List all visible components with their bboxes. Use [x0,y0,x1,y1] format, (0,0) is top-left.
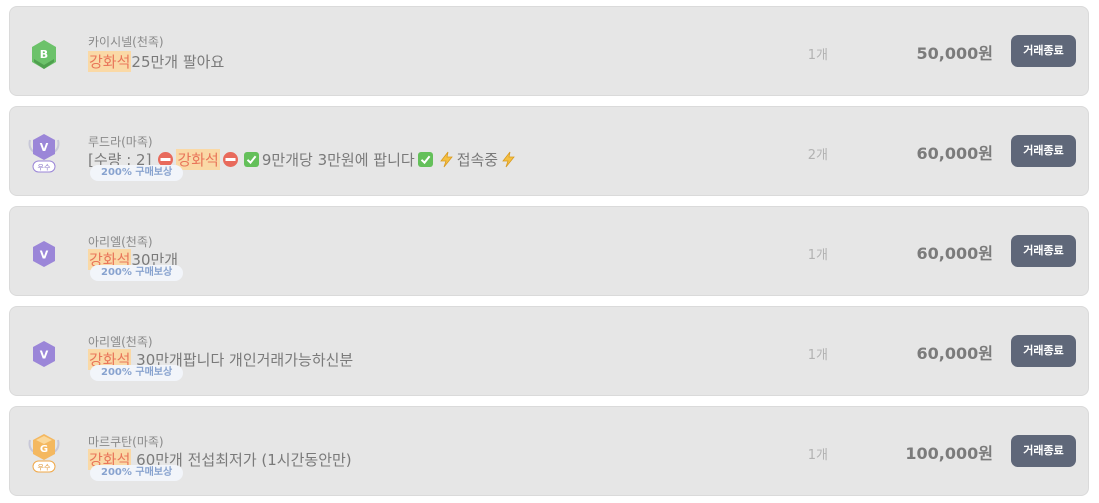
svg-text:V: V [40,141,49,154]
svg-text:G: G [40,444,48,455]
listing-row[interactable]: V 우수 루드라(마족) [수량 : 2] 강화석 9만개당 3만원에 팝니다 [9,106,1089,196]
svg-text:V: V [40,249,49,262]
v-grade-icon: V [33,341,55,367]
title-text: 25만개 팔아요 [131,53,225,71]
lightning-icon [502,151,515,168]
no-entry-icon [222,152,238,167]
title-text: 9만개당 3만원에 팝니다 [261,151,415,169]
purchase-reward-badge: 200% 구매보상 [90,465,184,481]
quantity: 1개 [807,348,828,363]
seller-name: 아리엘(천족) [88,335,153,349]
listing-row[interactable]: B 카이시넬(천족) 강화석 25만개 팔아요 1개 50,000원 거래종료 [9,6,1089,96]
lightning-icon [439,151,453,168]
purchase-reward-badge: 200% 구매보상 [90,265,184,281]
badge-label: 우수 [38,164,51,172]
listing-title[interactable]: 강화석 25만개 팔아요 [88,51,224,72]
listing-row[interactable]: V 아리엘(천족) 강화석 30만개팝니다 개인거래가능하신분 200% 구매보… [9,306,1089,396]
price: 60,000원 [916,244,993,263]
listing-row[interactable]: V 아리엘(천족) 강화석 30만개 200% 구매보상 1개 60,000원 … [9,206,1089,296]
seller-name: 카이시넬(천족) [88,35,164,49]
trade-closed-button[interactable]: 거래종료 [1011,135,1076,167]
title-tail: 접속중 [456,151,499,169]
keyword-highlight: 강화석 [88,51,132,72]
trade-closed-button[interactable]: 거래종료 [1011,235,1076,267]
keyword-highlight: 강화석 [176,149,220,170]
seller-name: 루드라(마족) [88,135,153,149]
price: 100,000원 [905,444,993,463]
price: 50,000원 [916,44,993,63]
svg-text:V: V [40,349,49,362]
v-grade-icon: V [33,241,55,267]
g-premium-icon: G 우수 [28,434,60,473]
b-grade-icon: B [32,40,56,69]
quantity: 2개 [807,148,828,163]
quantity: 1개 [807,48,828,63]
check-mark-icon [243,152,259,167]
badge-label: 우수 [38,464,51,472]
price: 60,000원 [916,144,993,163]
purchase-reward-badge: 200% 구매보상 [90,165,184,181]
quantity: 1개 [807,448,828,463]
seller-name: 마르쿠탄(마족) [88,435,164,449]
trade-closed-button[interactable]: 거래종료 [1011,35,1076,67]
check-mark-icon [417,152,433,167]
svg-text:B: B [40,48,48,61]
price: 60,000원 [916,344,993,363]
quantity: 1개 [807,248,828,263]
v-premium-icon: V 우수 [28,134,60,173]
seller-name: 아리엘(천족) [88,235,153,249]
trade-closed-button[interactable]: 거래종료 [1011,335,1076,367]
listing-row[interactable]: G 우수 마르쿠탄(마족) 강화석 60만개 전섭최저가 (1시간동안만) 20… [9,406,1089,496]
purchase-reward-badge: 200% 구매보상 [90,365,184,381]
trade-closed-button[interactable]: 거래종료 [1011,435,1076,467]
